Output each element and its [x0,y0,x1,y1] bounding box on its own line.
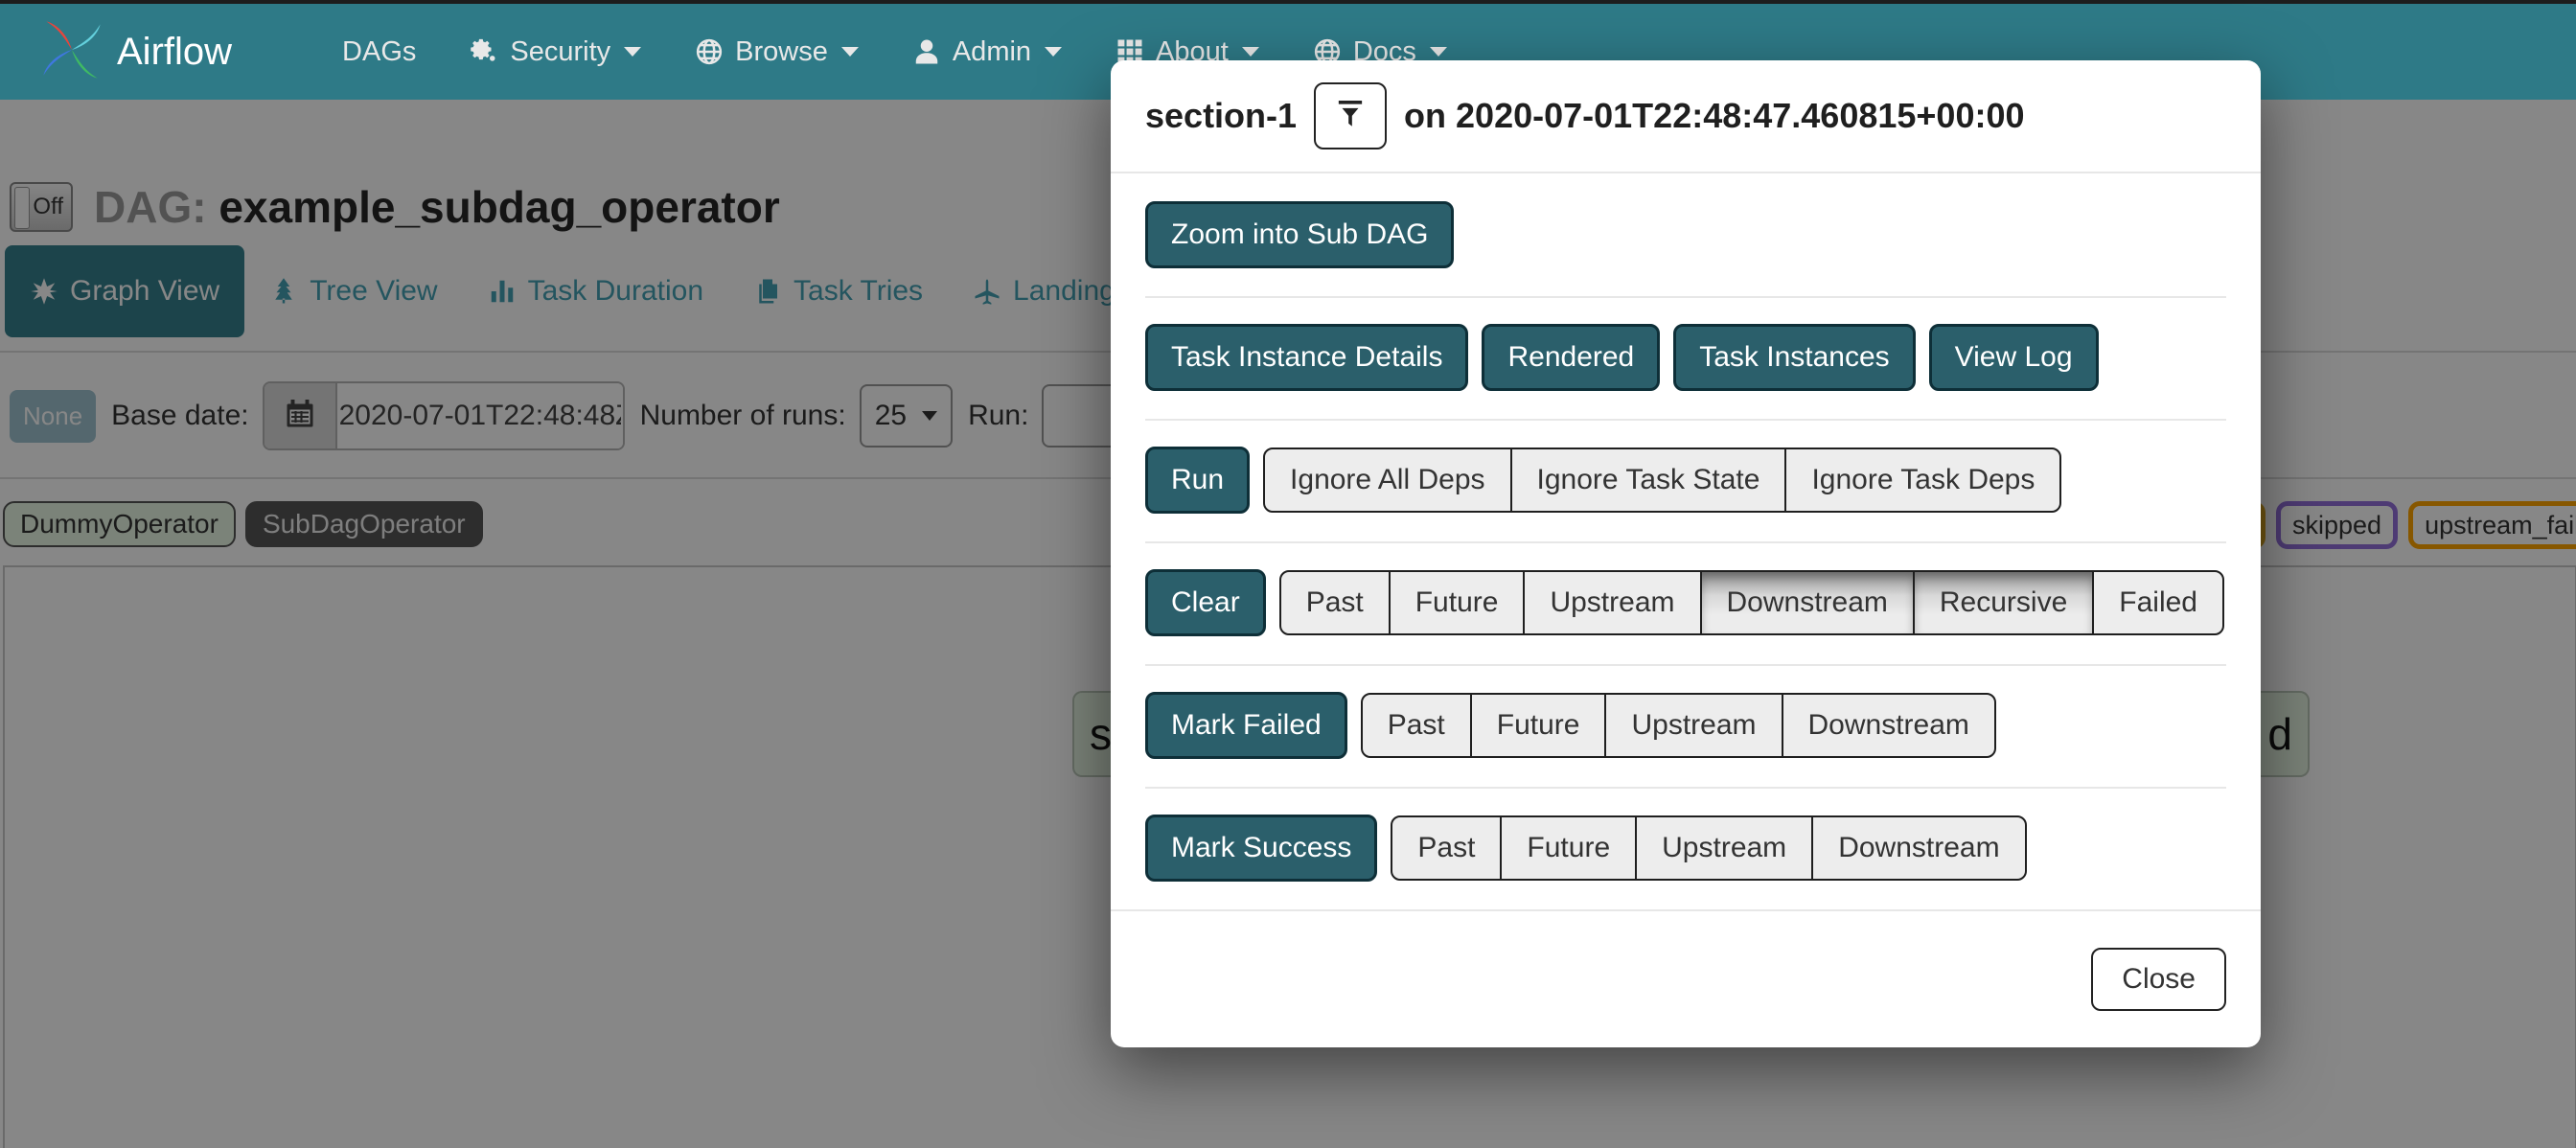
clear-future-button[interactable]: Future [1388,570,1526,635]
clear-recursive-button[interactable]: Recursive [1912,570,2095,635]
globe-icon [695,37,724,66]
nav-item-label: Security [510,35,611,67]
caret-down-icon [1429,47,1447,57]
mark-success-row: Mark Success Past Future Upstream Downst… [1111,787,2261,909]
modal-execution-date: on 2020-07-01T22:48:47.460815+00:00 [1404,96,2025,135]
mark-failed-options-group: Past Future Upstream Downstream [1360,693,1996,758]
clear-options-group: Past Future Upstream Downstream Recursiv… [1278,570,2224,635]
caret-down-icon [840,47,859,57]
mark-success-upstream-button[interactable]: Upstream [1635,815,1814,881]
zoom-into-subdag-button[interactable]: Zoom into Sub DAG [1145,201,1455,268]
clear-failed-button[interactable]: Failed [2092,570,2224,635]
airflow-brand[interactable]: Airflow [36,14,232,90]
ignore-task-deps-button[interactable]: Ignore Task Deps [1784,448,2062,513]
nav-admin[interactable]: Admin [912,35,1063,68]
gear-icon [470,37,498,66]
filter-upstream-button[interactable] [1314,82,1388,149]
clear-row: Clear Past Future Upstream Downstream Re… [1111,541,2261,664]
caret-down-icon [624,47,642,57]
run-row: Run Ignore All Deps Ignore Task State Ig… [1111,419,2261,541]
task-instance-modal: section-1 on 2020-07-01T22:48:47.460815+… [1111,60,2261,1047]
nav-dags[interactable]: DAGs [342,36,416,68]
mark-success-past-button[interactable]: Past [1391,815,1503,881]
clear-downstream-button[interactable]: Downstream [1699,570,1915,635]
run-options-group: Ignore All Deps Ignore Task State Ignore… [1263,448,2062,513]
mark-failed-button[interactable]: Mark Failed [1145,692,1347,759]
clear-past-button[interactable]: Past [1278,570,1391,635]
mark-failed-downstream-button[interactable]: Downstream [1781,693,1996,758]
caret-down-icon [1045,47,1063,57]
brand-name: Airflow [117,30,233,73]
clear-upstream-button[interactable]: Upstream [1523,570,1702,635]
modal-task-name: section-1 [1145,96,1298,135]
nav-item-label: Admin [952,35,1032,67]
task-instance-details-button[interactable]: Task Instance Details [1145,324,1469,391]
user-icon [912,37,941,66]
task-instances-button[interactable]: Task Instances [1673,324,1916,391]
ignore-all-deps-button[interactable]: Ignore All Deps [1263,448,1512,513]
airflow-screen: Off DAG: example_subdag_operator Graph V… [0,0,2576,1148]
airflow-logo-icon [36,14,107,90]
subdag-row: Zoom into Sub DAG [1111,173,2261,296]
rendered-button[interactable]: Rendered [1482,324,1661,391]
ignore-task-state-button[interactable]: Ignore Task State [1509,448,1787,513]
details-row: Task Instance Details Rendered Task Inst… [1111,296,2261,419]
mark-success-future-button[interactable]: Future [1500,815,1638,881]
view-log-button[interactable]: View Log [1928,324,2099,391]
mark-failed-past-button[interactable]: Past [1360,693,1472,758]
modal-footer: Close [1111,909,2261,1047]
mark-success-options-group: Past Future Upstream Downstream [1391,815,2027,881]
run-button[interactable]: Run [1145,447,1251,514]
filter-icon [1334,98,1367,135]
mark-failed-future-button[interactable]: Future [1469,693,1607,758]
mark-failed-upstream-button[interactable]: Upstream [1604,693,1783,758]
mark-failed-row: Mark Failed Past Future Upstream Downstr… [1111,664,2261,787]
nav-browse[interactable]: Browse [695,36,859,68]
mark-success-button[interactable]: Mark Success [1145,815,1378,882]
mark-success-downstream-button[interactable]: Downstream [1811,815,2027,881]
nav-security[interactable]: Security [470,35,642,68]
nav-item-label: Browse [735,35,828,67]
close-button[interactable]: Close [2091,948,2226,1011]
modal-header: section-1 on 2020-07-01T22:48:47.460815+… [1111,60,2261,173]
clear-button[interactable]: Clear [1145,569,1266,636]
caret-down-icon [1241,47,1259,57]
nav-item-label: DAGs [342,35,417,67]
